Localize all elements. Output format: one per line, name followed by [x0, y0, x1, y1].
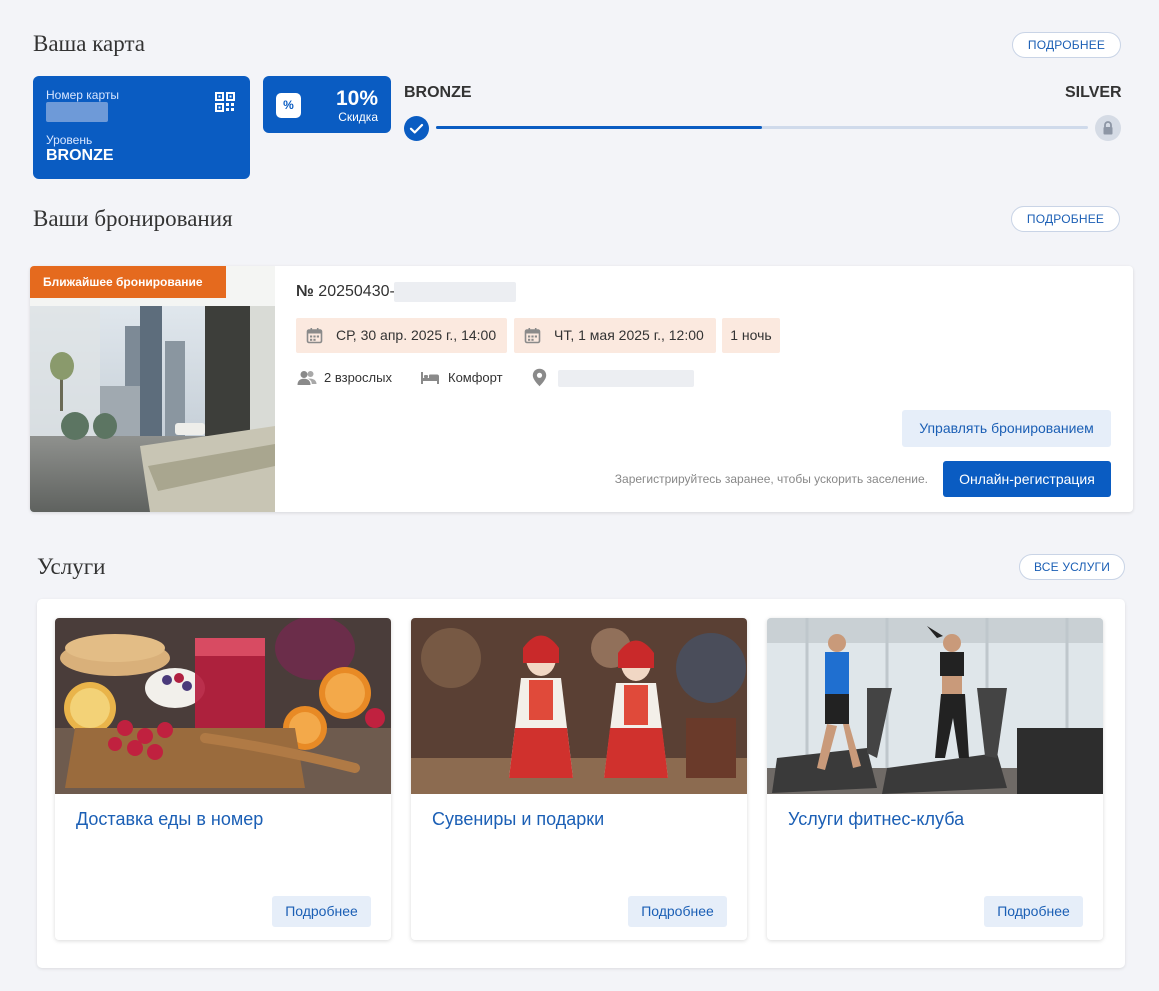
- service-title[interactable]: Сувениры и подарки: [432, 809, 604, 830]
- card-number-label: Номер карты: [46, 88, 119, 102]
- booking-number-prefix: №: [296, 283, 314, 300]
- lock-icon: [1095, 115, 1121, 141]
- next-level-label: SILVER: [1065, 84, 1122, 101]
- bed-icon: [421, 372, 439, 384]
- current-level-label: BRONZE: [404, 84, 472, 101]
- location-pin-icon: [532, 368, 547, 387]
- booking-number-masked: [394, 282, 516, 302]
- discount-label: Скидка: [338, 110, 378, 124]
- checkout-date: ЧТ, 1 мая 2025 г., 12:00: [554, 327, 704, 343]
- service-more-button[interactable]: Подробнее: [984, 896, 1083, 927]
- calendar-icon: [524, 328, 541, 344]
- discount-card: % 10% Скидка: [263, 76, 391, 133]
- nearest-booking-badge: Ближайшее бронирование: [30, 266, 226, 298]
- manage-booking-button[interactable]: Управлять бронированием: [902, 410, 1111, 447]
- loyalty-card[interactable]: Номер карты Уровень BRONZE: [33, 76, 250, 179]
- souvenirs-photo: [411, 618, 747, 794]
- level-progress-fill: [436, 126, 762, 129]
- card-more-button[interactable]: ПОДРОБНЕЕ: [1012, 32, 1121, 58]
- fitness-club-photo: [767, 618, 1103, 794]
- card-level-label: Уровень: [46, 133, 93, 147]
- checkout-chip: ЧТ, 1 мая 2025 г., 12:00: [514, 318, 716, 353]
- card-section-title: Ваша карта: [33, 31, 145, 56]
- food-delivery-photo: [55, 618, 391, 794]
- guests-icon: [297, 371, 317, 385]
- address-masked: [558, 370, 694, 387]
- nights-chip: 1 ночь: [722, 318, 780, 353]
- service-title[interactable]: Услуги фитнес-клуба: [788, 809, 964, 830]
- services-panel: Доставка еды в номер Подробнее Сувениры …: [37, 599, 1125, 968]
- checkin-chip: СР, 30 апр. 2025 г., 14:00: [296, 318, 507, 353]
- room-type: Комфорт: [448, 370, 503, 385]
- discount-value: 10%: [335, 87, 378, 110]
- service-title[interactable]: Доставка еды в номер: [76, 809, 263, 830]
- service-card-food[interactable]: Доставка еды в номер Подробнее: [55, 618, 391, 940]
- service-more-button[interactable]: Подробнее: [628, 896, 727, 927]
- card-number-masked: [46, 102, 108, 122]
- online-checkin-button[interactable]: Онлайн-регистрация: [943, 461, 1111, 497]
- services-section-title: Услуги: [37, 554, 106, 579]
- bookings-section-title: Ваши бронирования: [33, 206, 233, 231]
- hotel-room-photo: Ближайшее бронирование: [30, 266, 275, 512]
- booking-card: Ближайшее бронирование № 20250430- СР, 3…: [30, 266, 1133, 512]
- service-card-souvenirs[interactable]: Сувениры и подарки Подробнее: [411, 618, 747, 940]
- qr-code-icon[interactable]: [215, 92, 235, 112]
- percent-icon: %: [276, 93, 301, 118]
- service-card-fitness[interactable]: Услуги фитнес-клуба Подробнее: [767, 618, 1103, 940]
- booking-number: № 20250430-: [296, 283, 395, 301]
- card-level-value: BRONZE: [46, 147, 114, 164]
- calendar-icon: [306, 328, 323, 344]
- booking-number-value: 20250430-: [318, 283, 395, 300]
- all-services-button[interactable]: ВСЕ УСЛУГИ: [1019, 554, 1125, 580]
- online-checkin-hint: Зарегистрируйтесь заранее, чтобы ускорит…: [614, 472, 928, 486]
- service-more-button[interactable]: Подробнее: [272, 896, 371, 927]
- guests-count: 2 взрослых: [324, 370, 392, 385]
- check-icon: [404, 116, 429, 141]
- bookings-more-button[interactable]: ПОДРОБНЕЕ: [1011, 206, 1120, 232]
- checkin-date: СР, 30 апр. 2025 г., 14:00: [336, 327, 497, 343]
